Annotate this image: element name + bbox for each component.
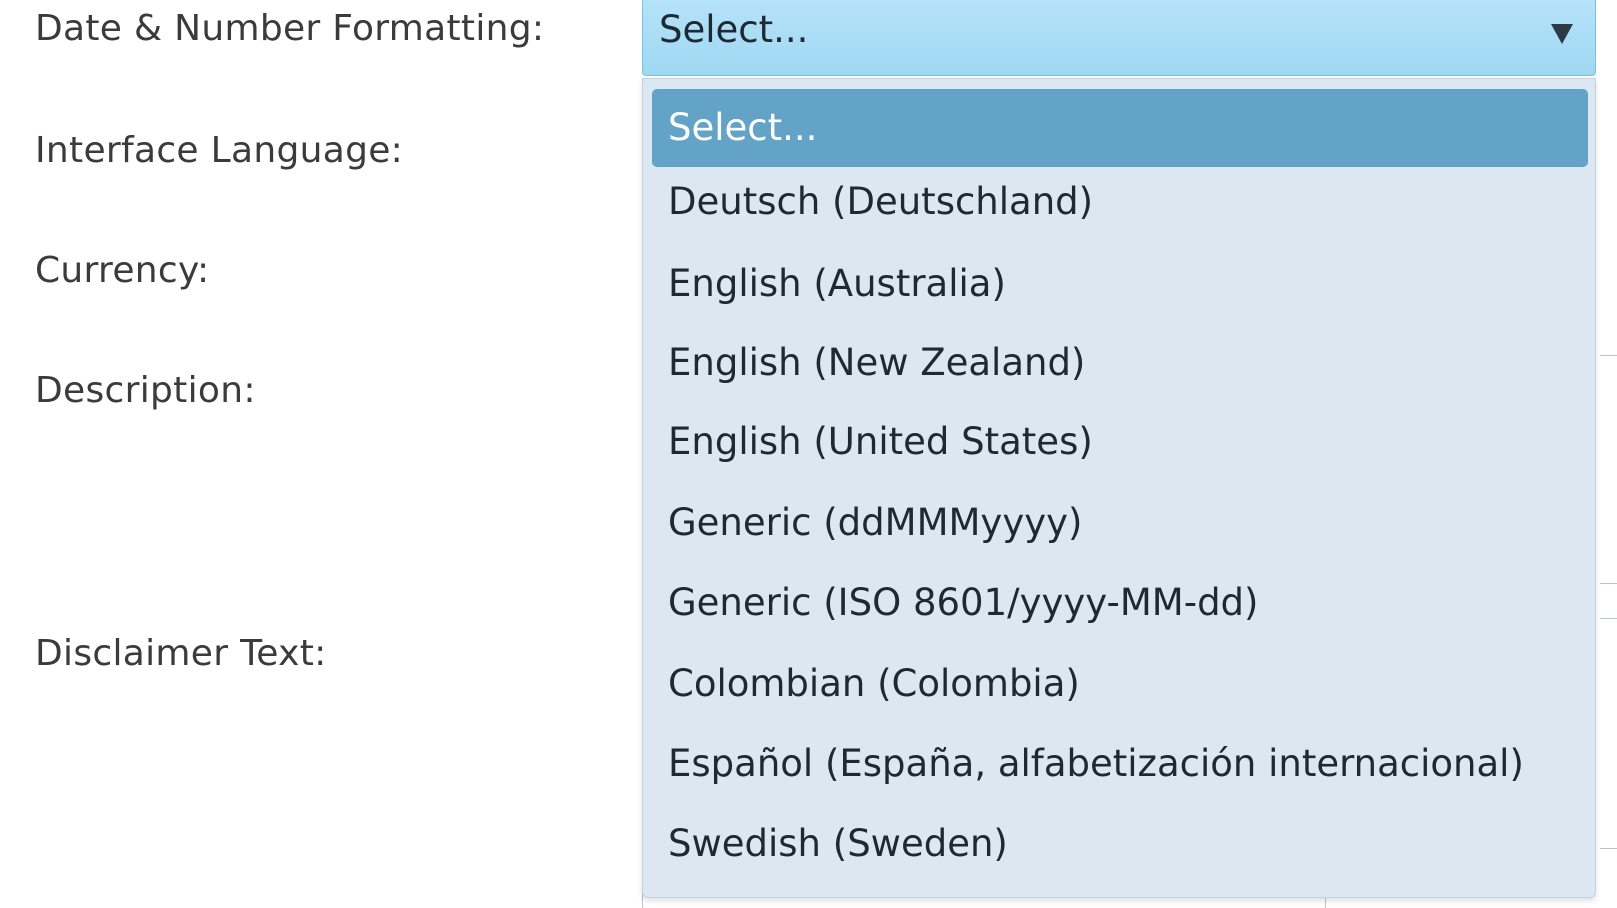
dropdown-option-select[interactable]: Select... xyxy=(652,89,1588,167)
date-number-formatting-select[interactable]: Select... xyxy=(642,0,1596,76)
dropdown-option-generic-ddmmmyyyy[interactable]: Generic (ddMMMyyyy) xyxy=(652,484,1588,562)
interface-language-label: Interface Language: xyxy=(35,130,404,171)
dropdown-option-english-australia[interactable]: English (Australia) xyxy=(652,245,1588,323)
currency-label: Currency: xyxy=(35,250,210,291)
background-field-edge xyxy=(1600,848,1617,849)
background-field-edge xyxy=(1600,355,1617,356)
dropdown-option-english-united-states[interactable]: English (United States) xyxy=(652,403,1588,481)
date-number-formatting-label: Date & Number Formatting: xyxy=(35,8,545,49)
disclaimer-text-label: Disclaimer Text: xyxy=(35,633,327,674)
settings-form: Date & Number Formatting: Interface Lang… xyxy=(0,0,1617,908)
caret-down-icon[interactable] xyxy=(1551,24,1573,44)
dropdown-option-espanol-espana[interactable]: Español (España, alfabetización internac… xyxy=(652,725,1588,803)
dropdown-option-colombian-colombia[interactable]: Colombian (Colombia) xyxy=(652,645,1588,723)
background-field-edge xyxy=(1600,618,1617,619)
date-format-dropdown-list[interactable]: Select... Deutsch (Deutschland) English … xyxy=(642,78,1596,898)
background-field-edge xyxy=(1600,583,1617,584)
dropdown-option-swedish-sweden[interactable]: Swedish (Sweden) xyxy=(652,805,1588,883)
select-current-value: Select... xyxy=(659,8,809,51)
description-label: Description: xyxy=(35,370,256,411)
dropdown-option-generic-iso-8601[interactable]: Generic (ISO 8601/yyyy-MM-dd) xyxy=(652,564,1588,642)
dropdown-option-deutsch-deutschland[interactable]: Deutsch (Deutschland) xyxy=(652,163,1588,241)
dropdown-option-english-new-zealand[interactable]: English (New Zealand) xyxy=(652,324,1588,402)
